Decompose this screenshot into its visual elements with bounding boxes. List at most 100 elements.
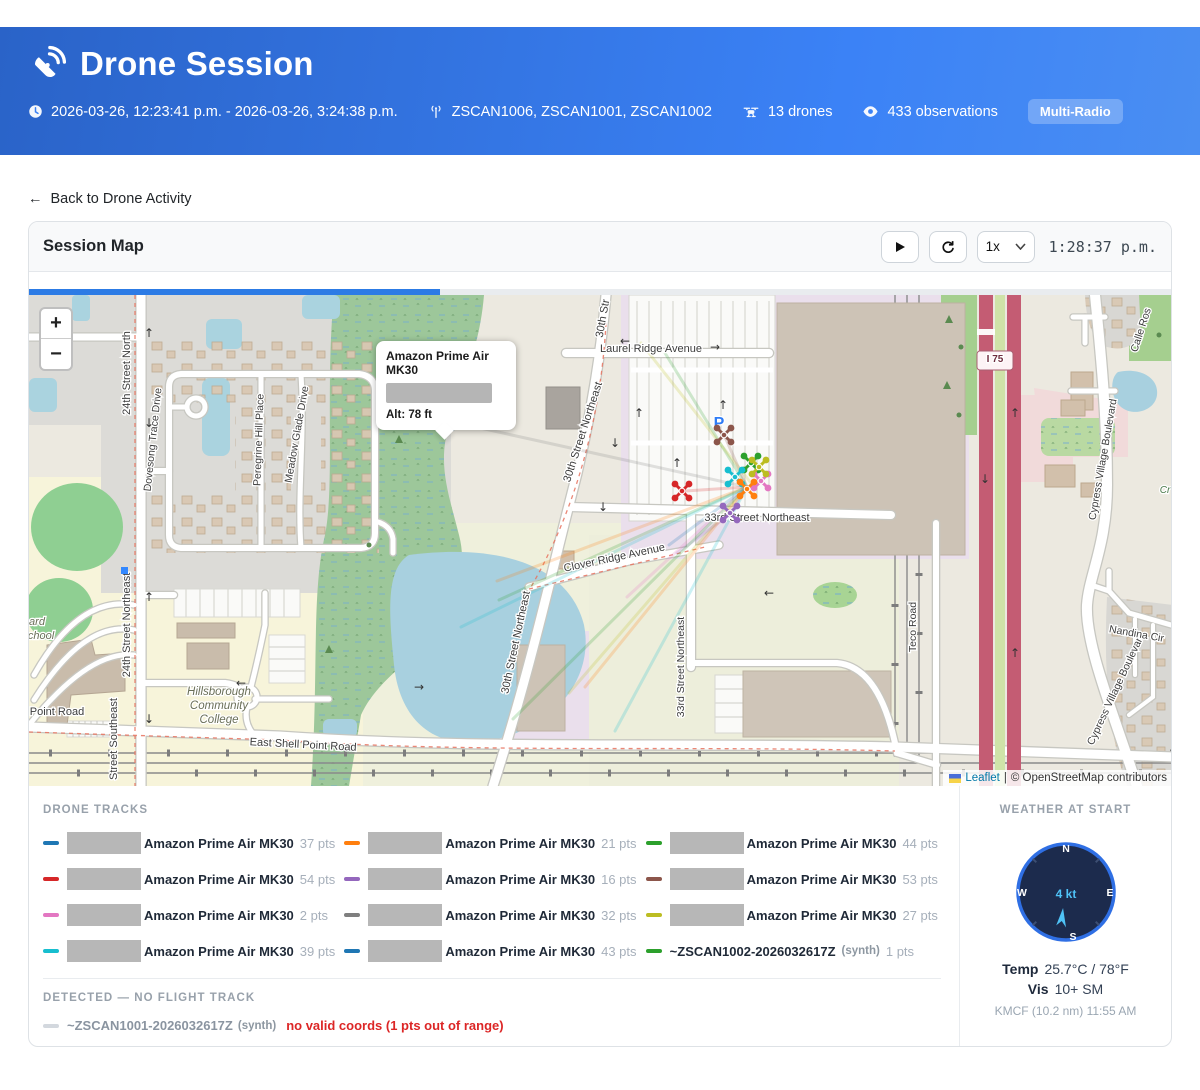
svg-text:↓: ↓ bbox=[144, 712, 154, 726]
svg-text:←: ← bbox=[764, 586, 774, 600]
svg-text:I 75: I 75 bbox=[987, 354, 1004, 365]
track-legend-item: Amazon Prime Air MK30 53 pts bbox=[646, 868, 941, 890]
wind-compass: NESW 4 kt bbox=[1006, 832, 1126, 957]
track-grid: Amazon Prime Air MK3037 ptsAmazon Prime … bbox=[43, 832, 941, 962]
svg-text:↓: ↓ bbox=[598, 500, 608, 514]
synth-tag: (synth) bbox=[238, 1020, 276, 1032]
redacted-id bbox=[67, 940, 141, 962]
osm-attribution[interactable]: © OpenStreetMap contributors bbox=[1011, 772, 1167, 784]
map-canvas: 30th StrLaurel Ridge Avenue24th Street N… bbox=[29, 295, 1172, 786]
detected-error: no valid coords (1 pts out of range) bbox=[286, 1018, 503, 1033]
refresh-icon bbox=[940, 239, 956, 255]
track-color-swatch bbox=[646, 877, 662, 881]
track-label: Amazon Prime Air MK30 bbox=[445, 908, 595, 923]
clock-icon bbox=[28, 104, 43, 119]
svg-text:↓: ↓ bbox=[980, 472, 990, 486]
track-label: Amazon Prime Air MK30 bbox=[445, 872, 595, 887]
playback-speed-select[interactable]: 1x bbox=[977, 231, 1035, 263]
redacted-id bbox=[368, 940, 442, 962]
redacted-id bbox=[386, 383, 492, 403]
detected-item: ~ZSCAN1001-2026032617Z(synth)no valid co… bbox=[43, 1018, 941, 1033]
header-gap bbox=[29, 272, 1171, 289]
play-button[interactable] bbox=[881, 231, 919, 263]
track-label: Amazon Prime Air MK30 bbox=[747, 908, 897, 923]
redacted-id bbox=[67, 868, 141, 890]
detected-section: DETECTED — NO FLIGHT TRACK ~ZSCAN1001-20… bbox=[43, 978, 941, 1033]
redacted-id bbox=[67, 832, 141, 854]
page-title: Drone Session bbox=[80, 45, 314, 83]
track-points: 53 pts bbox=[902, 872, 937, 887]
svg-text:→: → bbox=[414, 680, 424, 694]
svg-text:ard: ard bbox=[29, 616, 46, 628]
track-legend-item: Amazon Prime Air MK3044 pts bbox=[646, 832, 941, 854]
track-legend-item: ~ZSCAN1002-2026032617Z(synth)1 pts bbox=[646, 940, 941, 962]
svg-text:↓: ↓ bbox=[144, 416, 154, 430]
back-arrow-icon: ← bbox=[28, 191, 43, 207]
svg-text:↑: ↑ bbox=[634, 406, 644, 420]
satellite-dish-icon bbox=[28, 45, 66, 83]
svg-text:S: S bbox=[1069, 931, 1076, 943]
visibility-row: Vis10+ SM bbox=[968, 981, 1163, 997]
playback-clock: 1:28:37 p.m. bbox=[1049, 238, 1157, 256]
track-color-swatch bbox=[43, 1024, 59, 1028]
track-legend-item: Amazon Prime Air MK3016 pts bbox=[344, 868, 639, 890]
map-marker-square bbox=[121, 567, 128, 574]
leaflet-link[interactable]: Leaflet bbox=[965, 772, 1000, 784]
track-label: Amazon Prime Air MK30 bbox=[144, 872, 294, 887]
tooltip-drone-model: Amazon Prime Air MK30 bbox=[386, 349, 506, 377]
track-points: 32 pts bbox=[601, 908, 636, 923]
zoom-out-button[interactable]: − bbox=[41, 339, 71, 369]
drone-tracks-heading: DRONE TRACKS bbox=[43, 804, 941, 816]
track-legend-item: Amazon Prime Air MK30 27 pts bbox=[646, 904, 941, 926]
track-legend-item: Amazon Prime Air MK30 2 pts bbox=[43, 904, 338, 926]
svg-text:↑: ↑ bbox=[144, 590, 154, 604]
track-legend-item: Amazon Prime Air MK3043 pts bbox=[344, 940, 639, 962]
card-title: Session Map bbox=[43, 237, 144, 256]
track-points: 39 pts bbox=[300, 944, 335, 959]
svg-text:Point Road: Point Road bbox=[30, 706, 84, 718]
session-map[interactable]: 30th StrLaurel Ridge Avenue24th Street N… bbox=[29, 295, 1172, 786]
track-points: 2 pts bbox=[300, 908, 328, 923]
track-legend-item: Amazon Prime Air MK3037 pts bbox=[43, 832, 338, 854]
redacted-id bbox=[368, 868, 442, 890]
svg-text:College: College bbox=[200, 714, 239, 726]
svg-text:Laurel Ridge Avenue: Laurel Ridge Avenue bbox=[600, 343, 702, 355]
track-legend-item: Amazon Prime Air MK3039 pts bbox=[43, 940, 338, 962]
track-points: 27 pts bbox=[902, 908, 937, 923]
session-time-range: 2026-03-26, 12:23:41 p.m. - 2026-03-26, … bbox=[28, 104, 398, 120]
svg-text:E: E bbox=[1106, 887, 1113, 899]
track-points: 21 pts bbox=[601, 836, 636, 851]
detected-heading: DETECTED — NO FLIGHT TRACK bbox=[43, 992, 941, 1004]
i75-highway bbox=[977, 295, 1021, 786]
zoom-in-button[interactable]: + bbox=[41, 309, 71, 339]
synth-tag: (synth) bbox=[842, 945, 880, 957]
track-color-swatch bbox=[344, 913, 360, 917]
weather-heading: WEATHER AT START bbox=[968, 804, 1163, 816]
redacted-id bbox=[670, 868, 744, 890]
track-color-swatch bbox=[646, 841, 662, 845]
svg-text:Teco Road: Teco Road bbox=[907, 602, 919, 652]
track-color-swatch bbox=[344, 949, 360, 953]
track-label: Amazon Prime Air MK30 bbox=[144, 908, 294, 923]
redacted-id bbox=[670, 904, 744, 926]
map-zoom-control: + − bbox=[39, 307, 73, 371]
weather-panel: WEATHER AT START NESW 4 kt Temp25.7°C / … bbox=[959, 786, 1171, 1047]
session-map-card: Session Map 1x 1:28:37 p.m. bbox=[28, 221, 1172, 1047]
refresh-button[interactable] bbox=[929, 231, 967, 263]
ukraine-flag-icon bbox=[949, 774, 961, 783]
track-label: Amazon Prime Air MK30 bbox=[747, 872, 897, 887]
drone-tooltip: Amazon Prime Air MK30 Alt: 78 ft bbox=[376, 341, 516, 430]
svg-text:↑: ↑ bbox=[1010, 646, 1020, 660]
back-to-drone-activity-link[interactable]: ← Back to Drone Activity bbox=[28, 191, 192, 207]
wind-speed: 4 kt bbox=[1055, 887, 1076, 901]
antenna-icon bbox=[428, 104, 444, 120]
track-label: Amazon Prime Air MK30 bbox=[747, 836, 897, 851]
chevron-down-icon bbox=[1015, 243, 1026, 250]
svg-text:W: W bbox=[1017, 887, 1027, 899]
track-label: Amazon Prime Air MK30 bbox=[445, 944, 595, 959]
svg-text:←: ← bbox=[620, 334, 630, 348]
track-points: 37 pts bbox=[300, 836, 335, 851]
track-color-swatch bbox=[646, 913, 662, 917]
track-color-swatch bbox=[43, 841, 59, 845]
detected-list: ~ZSCAN1001-2026032617Z(synth)no valid co… bbox=[43, 1018, 941, 1033]
